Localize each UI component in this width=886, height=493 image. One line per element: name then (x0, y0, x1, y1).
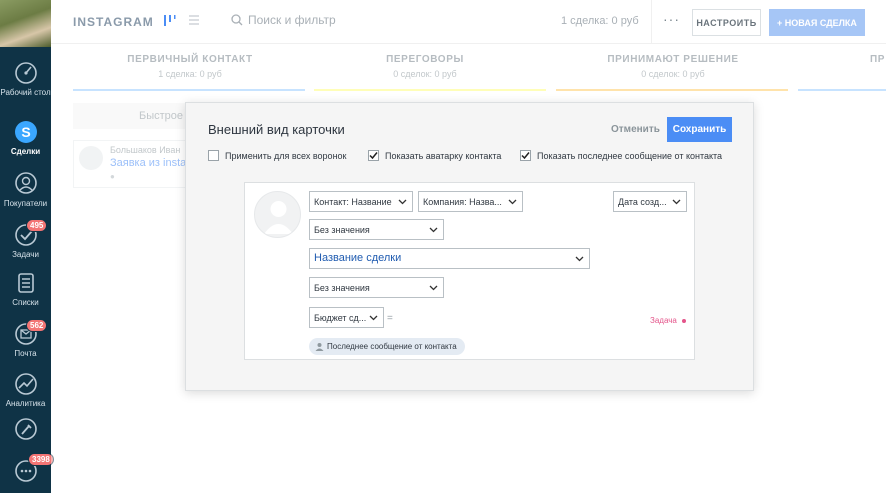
pipeline-view-icon[interactable] (163, 14, 176, 30)
user-avatar[interactable] (0, 0, 51, 47)
option-label: Применить для всех воронок (225, 150, 347, 161)
chevron-down-icon (429, 285, 438, 291)
person-icon (315, 343, 324, 351)
pipeline-title[interactable]: INSTAGRAM (73, 15, 154, 29)
customers-icon (14, 172, 37, 194)
chevron-down-icon (672, 199, 681, 205)
checkmark-icon (521, 152, 530, 160)
select-value: Контакт: Название (314, 197, 392, 207)
apply-all-pipelines-option[interactable]: Применить для всех воронок (208, 150, 346, 161)
checkmark-icon (369, 152, 378, 160)
card-appearance-modal: Внешний вид карточки Отменить Сохранить … (185, 102, 754, 391)
sidebar-item-lists[interactable]: Списки (0, 270, 51, 308)
sidebar-item-label: Рабочий стол (0, 88, 51, 97)
sidebar-item-label: Аналитика (5, 399, 46, 408)
sidebar-item-mail[interactable]: Почта 562 (0, 319, 51, 359)
cancel-button[interactable]: Отменить (611, 124, 660, 135)
equals-sign: = (387, 313, 393, 324)
lists-icon (17, 273, 34, 293)
chevron-down-icon (429, 227, 438, 233)
new-deal-button[interactable]: + НОВАЯ СДЕЛКА (769, 9, 865, 36)
last-message-label: Последнее сообщение от контакта (327, 342, 457, 351)
contact-field-select[interactable]: Контакт: Название (309, 191, 413, 212)
checkbox-checked[interactable] (520, 150, 531, 161)
select-value: Дата созд... (618, 197, 667, 207)
chevron-down-icon (508, 199, 517, 205)
field-row4-select[interactable]: Без значения (309, 277, 444, 298)
select-value: Компания: Назва... (423, 197, 502, 207)
budget-field-select[interactable]: Бюджет сд... (309, 307, 384, 328)
save-button[interactable]: Сохранить (667, 117, 732, 142)
contact-avatar-placeholder (254, 191, 301, 238)
show-last-message-option[interactable]: Показать последнее сообщение от контакта (520, 150, 722, 161)
deals-icon: S (14, 121, 37, 143)
sidebar-item-label: Задачи (12, 250, 39, 259)
svg-text:S: S (21, 124, 30, 140)
sidebar-item-settings[interactable] (0, 416, 51, 442)
chat-badge: 3398 (28, 453, 54, 466)
chevron-down-icon (398, 199, 407, 205)
search-icon (231, 14, 243, 26)
sidebar-item-dashboard[interactable]: Рабочий стол (0, 60, 51, 98)
divider (651, 0, 652, 44)
checkbox[interactable] (208, 150, 219, 161)
option-label: Показать последнее сообщение от контакта (537, 150, 723, 161)
sidebar-item-analytics[interactable]: Аналитика (0, 371, 51, 409)
chevron-down-icon (575, 256, 584, 262)
date-field-select[interactable]: Дата созд... (613, 191, 687, 212)
sidebar-item-label: Покупатели (3, 199, 48, 208)
top-bar: INSTAGRAM 1 сделка: 0 руб ··· НАСТРОИТЬ … (51, 0, 886, 44)
show-avatar-option[interactable]: Показать аватарку контакта (368, 150, 501, 161)
settings-icon (14, 418, 37, 440)
select-value: Бюджет сд... (314, 313, 367, 323)
company-field-select[interactable]: Компания: Назва... (418, 191, 523, 212)
modal-title: Внешний вид карточки (208, 122, 345, 137)
search-input[interactable] (248, 13, 448, 27)
select-value: Название сделки (314, 252, 402, 264)
sidebar-item-customers[interactable]: Покупатели (0, 171, 51, 209)
analytics-icon (14, 373, 37, 395)
select-value: Без значения (314, 225, 370, 235)
deal-name-select[interactable]: Название сделки (309, 248, 590, 269)
deal-count: 1 сделка: 0 руб (561, 15, 639, 27)
task-dot (682, 319, 686, 323)
left-sidebar: Рабочий стол S Сделки Покупатели Задачи … (0, 0, 54, 493)
sidebar-item-deals[interactable]: S Сделки (0, 119, 51, 157)
task-label[interactable]: Задача (650, 316, 677, 325)
sidebar-item-label: Сделки (10, 147, 41, 156)
setup-button[interactable]: НАСТРОИТЬ (692, 9, 761, 36)
last-message-pill: Последнее сообщение от контакта (309, 338, 465, 355)
field-row2-select[interactable]: Без значения (309, 219, 444, 240)
sidebar-item-tasks[interactable]: Задачи 495 (0, 219, 51, 260)
select-value: Без значения (314, 283, 370, 293)
tasks-badge: 495 (26, 219, 48, 232)
sidebar-item-label: Списки (12, 298, 39, 307)
person-icon (264, 201, 293, 234)
dashboard-icon (14, 62, 37, 84)
chevron-down-icon (369, 315, 378, 321)
mail-badge: 562 (26, 319, 48, 332)
option-label: Показать аватарку контакта (385, 150, 502, 161)
sidebar-item-label: Почта (14, 349, 37, 358)
sidebar-item-chat[interactable]: 3398 (0, 453, 54, 484)
card-preview: Контакт: Название Компания: Назва... Дат… (244, 182, 695, 360)
more-options-button[interactable]: ··· (663, 11, 680, 27)
search-bar (231, 13, 448, 27)
checkbox-checked[interactable] (368, 150, 379, 161)
list-view-icon[interactable] (188, 13, 200, 29)
